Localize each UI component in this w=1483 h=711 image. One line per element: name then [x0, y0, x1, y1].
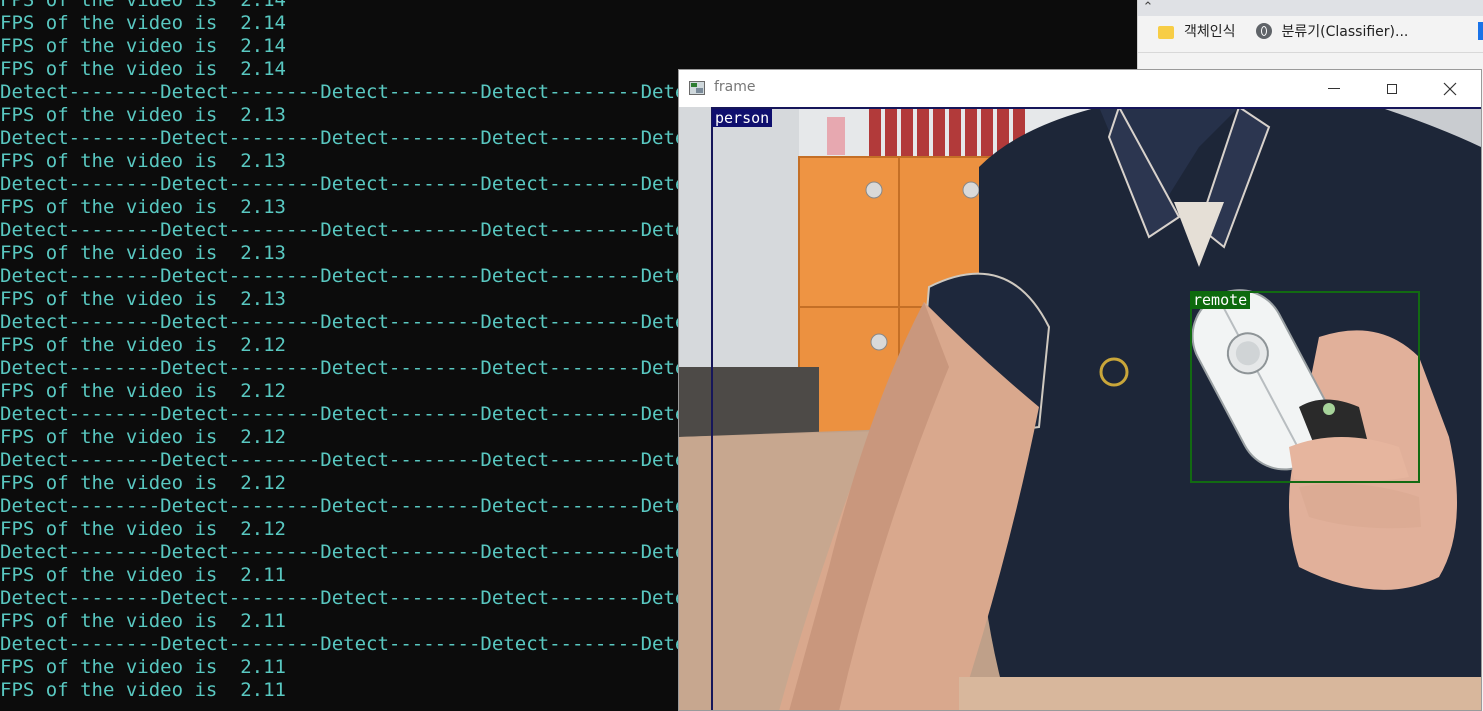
console-line: FPS of the video is 2.13	[0, 104, 286, 126]
divider	[1138, 52, 1483, 53]
extension-icon[interactable]	[1478, 22, 1483, 40]
console-line: FPS of the video is 2.11	[0, 679, 286, 701]
bookmark-label: 객체인식	[1184, 24, 1236, 40]
console-lines: FPS of the video is 2.14 FPS of the video…	[0, 0, 709, 702]
globe-icon	[1255, 23, 1272, 39]
console-line: FPS of the video is 2.14	[0, 58, 286, 80]
browser-tab-strip	[1138, 0, 1483, 16]
console-line: Detect--------Detect--------Detect------…	[0, 541, 710, 563]
console-line: Detect--------Detect--------Detect------…	[0, 633, 710, 655]
maximize-icon	[1387, 83, 1397, 94]
console-line: Detect--------Detect--------Detect------…	[0, 219, 710, 241]
remote-bounding-box	[1190, 291, 1420, 483]
console-line: FPS of the video is 2.13	[0, 196, 286, 218]
console-line: FPS of the video is 2.11	[0, 610, 286, 632]
console-line: FPS of the video is 2.14	[0, 12, 286, 34]
close-icon	[1443, 82, 1457, 95]
remote-detection-label: remote	[1190, 291, 1251, 309]
console-line: Detect--------Detect--------Detect------…	[0, 127, 710, 149]
window-title: frame	[714, 79, 756, 95]
console-line: FPS of the video is 2.13	[0, 150, 286, 172]
console-line: FPS of the video is 2.13	[0, 288, 286, 310]
console-line: FPS of the video is 2.12	[0, 380, 286, 402]
bookmark-folder-object-recognition[interactable]: 객체인식	[1158, 21, 1236, 41]
maximize-button[interactable]	[1363, 70, 1421, 107]
bookmark-classifier[interactable]: 분류기(Classifier)...	[1255, 21, 1409, 41]
console-line: FPS of the video is 2.12	[0, 334, 286, 356]
console-line: FPS of the video is 2.12	[0, 518, 286, 540]
console-line: FPS of the video is 2.14	[0, 35, 286, 57]
bookmarks-bar: 객체인식 분류기(Classifier)...	[1158, 16, 1483, 46]
console-line: FPS of the video is 2.11	[0, 564, 286, 586]
console-line: FPS of the video is 2.12	[0, 426, 286, 448]
console-line: Detect--------Detect--------Detect------…	[0, 449, 710, 471]
opencv-window-icon	[689, 81, 705, 95]
minimize-button[interactable]	[1305, 70, 1363, 107]
camera-feed: person remote	[679, 107, 1481, 710]
person-detection-label: person	[712, 109, 773, 127]
console-line: Detect--------Detect--------Detect------…	[0, 403, 710, 425]
console-line: Detect--------Detect--------Detect------…	[0, 81, 710, 103]
chevron-up-icon[interactable]: ⌃	[1140, 0, 1156, 18]
folder-icon	[1158, 25, 1174, 39]
minimize-icon	[1328, 88, 1340, 89]
console-line: Detect--------Detect--------Detect------…	[0, 495, 710, 517]
console-line: Detect--------Detect--------Detect------…	[0, 587, 710, 609]
console-line: FPS of the video is 2.14	[0, 0, 286, 11]
console-line: Detect--------Detect--------Detect------…	[0, 311, 710, 333]
console-line: FPS of the video is 2.13	[0, 242, 286, 264]
console-line: Detect--------Detect--------Detect------…	[0, 265, 710, 287]
frame-window[interactable]: frame person remote	[678, 69, 1482, 711]
console-line: FPS of the video is 2.12	[0, 472, 286, 494]
console-line: Detect--------Detect--------Detect------…	[0, 357, 710, 379]
bookmark-label: 분류기(Classifier)...	[1281, 24, 1409, 40]
title-bar[interactable]: frame	[679, 70, 1481, 107]
console-line: Detect--------Detect--------Detect------…	[0, 173, 710, 195]
close-button[interactable]	[1421, 70, 1479, 107]
console-line: FPS of the video is 2.11	[0, 656, 286, 678]
